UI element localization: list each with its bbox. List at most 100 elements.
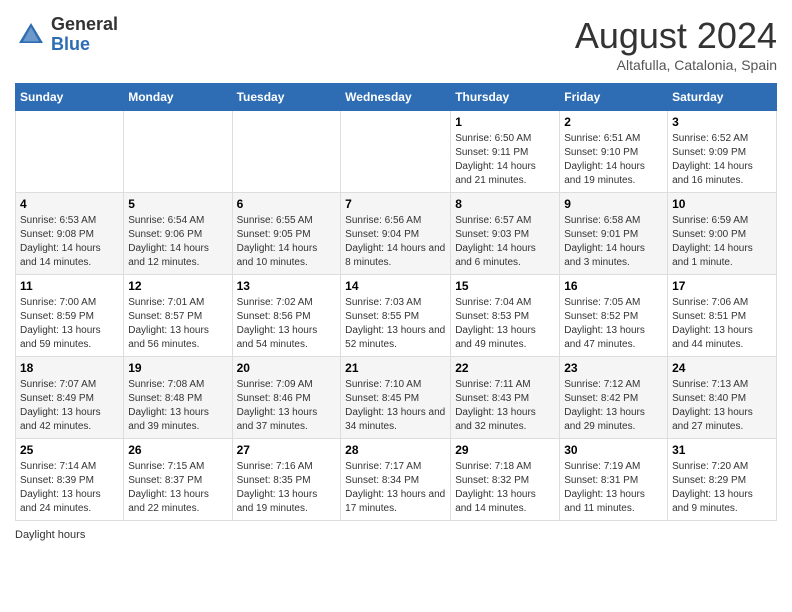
calendar-cell: 10 Sunrise: 6:59 AMSunset: 9:00 PMDayligh… bbox=[668, 193, 777, 275]
day-header-saturday: Saturday bbox=[668, 84, 777, 111]
logo-blue-text: Blue bbox=[51, 34, 90, 54]
day-header-friday: Friday bbox=[560, 84, 668, 111]
calendar-cell: 23Sunrise: 7:12 AMSunset: 8:42 PMDayligh… bbox=[560, 357, 668, 439]
calendar-cell: 1 Sunrise: 6:50 AMSunset: 9:11 PMDaylight… bbox=[451, 111, 560, 193]
calendar-cell bbox=[232, 111, 341, 193]
day-info: Sunrise: 7:00 AMSunset: 8:59 PMDaylight:… bbox=[20, 296, 119, 352]
calendar-cell: 3 Sunrise: 6:52 AMSunset: 9:09 PMDaylight… bbox=[668, 111, 777, 193]
calendar-cell: 11 Sunrise: 7:00 AMSunset: 8:59 PMDayligh… bbox=[16, 275, 124, 357]
day-number: 1 bbox=[455, 115, 555, 129]
calendar-cell: 19 Sunrise: 7:08 AMSunset: 8:48 PMDayligh… bbox=[124, 357, 232, 439]
day-number: 12 bbox=[128, 279, 227, 293]
calendar-cell bbox=[16, 111, 124, 193]
logo-text: General Blue bbox=[51, 15, 118, 55]
day-info: Sunrise: 7:02 AMSunset: 8:56 PMDaylight:… bbox=[237, 296, 337, 352]
day-number: 15 bbox=[455, 279, 555, 293]
calendar-table: SundayMondayTuesdayWednesdayThursdayFrid… bbox=[15, 83, 777, 521]
day-info: Sunrise: 7:09 AMSunset: 8:46 PMDaylight:… bbox=[237, 378, 337, 434]
page-header: General Blue August 2024 Altafulla, Cata… bbox=[15, 15, 777, 73]
calendar-cell bbox=[124, 111, 232, 193]
day-number: 26 bbox=[128, 443, 227, 457]
day-info: Sunrise: 7:01 AMSunset: 8:57 PMDaylight:… bbox=[128, 296, 227, 352]
day-number: 10 bbox=[672, 197, 772, 211]
day-number: 11 bbox=[20, 279, 119, 293]
day-info: Sunrise: 6:51 AMSunset: 9:10 PMDaylight:… bbox=[564, 132, 663, 188]
day-info: Sunrise: 6:53 AMSunset: 9:08 PMDaylight:… bbox=[20, 214, 119, 270]
calendar-week-5: 25 Sunrise: 7:14 AMSunset: 8:39 PMDayligh… bbox=[16, 439, 777, 521]
calendar-cell: 29 Sunrise: 7:18 AMSunset: 8:32 PMDayligh… bbox=[451, 439, 560, 521]
calendar-header-row: SundayMondayTuesdayWednesdayThursdayFrid… bbox=[16, 84, 777, 111]
day-number: 8 bbox=[455, 197, 555, 211]
day-number: 19 bbox=[128, 361, 227, 375]
day-header-thursday: Thursday bbox=[451, 84, 560, 111]
month-year-title: August 2024 bbox=[575, 15, 777, 57]
day-number: 18 bbox=[20, 361, 119, 375]
day-info: Sunrise: 7:05 AMSunset: 8:52 PMDaylight:… bbox=[564, 296, 663, 352]
day-info: Sunrise: 7:14 AMSunset: 8:39 PMDaylight:… bbox=[20, 460, 119, 516]
calendar-cell: 24 Sunrise: 7:13 AMSunset: 8:40 PMDayligh… bbox=[668, 357, 777, 439]
day-info: Sunrise: 7:11 AMSunset: 8:43 PMDaylight:… bbox=[455, 378, 555, 434]
day-header-sunday: Sunday bbox=[16, 84, 124, 111]
calendar-cell: 16 Sunrise: 7:05 AMSunset: 8:52 PMDayligh… bbox=[560, 275, 668, 357]
day-number: 4 bbox=[20, 197, 119, 211]
day-number: 7 bbox=[345, 197, 446, 211]
day-number: 14 bbox=[345, 279, 446, 293]
day-number: 16 bbox=[564, 279, 663, 293]
calendar-cell: 8 Sunrise: 6:57 AMSunset: 9:03 PMDaylight… bbox=[451, 193, 560, 275]
day-info: Sunrise: 7:15 AMSunset: 8:37 PMDaylight:… bbox=[128, 460, 227, 516]
calendar-cell: 22 Sunrise: 7:11 AMSunset: 8:43 PMDayligh… bbox=[451, 357, 560, 439]
calendar-cell: 6Sunrise: 6:55 AMSunset: 9:05 PMDaylight… bbox=[232, 193, 341, 275]
day-number: 17 bbox=[672, 279, 772, 293]
title-section: August 2024 Altafulla, Catalonia, Spain bbox=[575, 15, 777, 73]
day-info: Sunrise: 6:50 AMSunset: 9:11 PMDaylight:… bbox=[455, 132, 555, 188]
calendar-cell: 5 Sunrise: 6:54 AMSunset: 9:06 PMDaylight… bbox=[124, 193, 232, 275]
day-info: Sunrise: 7:19 AMSunset: 8:31 PMDaylight:… bbox=[564, 460, 663, 516]
day-info: Sunrise: 7:04 AMSunset: 8:53 PMDaylight:… bbox=[455, 296, 555, 352]
day-number: 25 bbox=[20, 443, 119, 457]
calendar-cell: 7 Sunrise: 6:56 AMSunset: 9:04 PMDaylight… bbox=[341, 193, 451, 275]
day-info: Sunrise: 7:08 AMSunset: 8:48 PMDaylight:… bbox=[128, 378, 227, 434]
day-number: 30 bbox=[564, 443, 663, 457]
calendar-cell: 9 Sunrise: 6:58 AMSunset: 9:01 PMDaylight… bbox=[560, 193, 668, 275]
day-number: 2 bbox=[564, 115, 663, 129]
day-number: 5 bbox=[128, 197, 227, 211]
calendar-week-2: 4 Sunrise: 6:53 AMSunset: 9:08 PMDaylight… bbox=[16, 193, 777, 275]
calendar-cell: 27Sunrise: 7:16 AMSunset: 8:35 PMDayligh… bbox=[232, 439, 341, 521]
calendar-cell bbox=[341, 111, 451, 193]
calendar-week-4: 18Sunrise: 7:07 AMSunset: 8:49 PMDayligh… bbox=[16, 357, 777, 439]
daylight-label: Daylight hours bbox=[15, 529, 85, 541]
calendar-cell: 25 Sunrise: 7:14 AMSunset: 8:39 PMDayligh… bbox=[16, 439, 124, 521]
day-info: Sunrise: 7:20 AMSunset: 8:29 PMDaylight:… bbox=[672, 460, 772, 516]
day-info: Sunrise: 6:59 AMSunset: 9:00 PMDaylight:… bbox=[672, 214, 772, 270]
day-info: Sunrise: 6:56 AMSunset: 9:04 PMDaylight:… bbox=[345, 214, 446, 270]
day-info: Sunrise: 7:16 AMSunset: 8:35 PMDaylight:… bbox=[237, 460, 337, 516]
day-number: 29 bbox=[455, 443, 555, 457]
day-number: 23 bbox=[564, 361, 663, 375]
day-number: 9 bbox=[564, 197, 663, 211]
footer-note: Daylight hours bbox=[15, 529, 777, 541]
day-info: Sunrise: 7:13 AMSunset: 8:40 PMDaylight:… bbox=[672, 378, 772, 434]
day-info: Sunrise: 7:06 AMSunset: 8:51 PMDaylight:… bbox=[672, 296, 772, 352]
day-info: Sunrise: 6:54 AMSunset: 9:06 PMDaylight:… bbox=[128, 214, 227, 270]
calendar-week-1: 1 Sunrise: 6:50 AMSunset: 9:11 PMDaylight… bbox=[16, 111, 777, 193]
calendar-cell: 4 Sunrise: 6:53 AMSunset: 9:08 PMDaylight… bbox=[16, 193, 124, 275]
day-number: 3 bbox=[672, 115, 772, 129]
calendar-cell: 18Sunrise: 7:07 AMSunset: 8:49 PMDayligh… bbox=[16, 357, 124, 439]
day-info: Sunrise: 7:17 AMSunset: 8:34 PMDaylight:… bbox=[345, 460, 446, 516]
day-info: Sunrise: 6:57 AMSunset: 9:03 PMDaylight:… bbox=[455, 214, 555, 270]
calendar-cell: 2 Sunrise: 6:51 AMSunset: 9:10 PMDaylight… bbox=[560, 111, 668, 193]
day-header-monday: Monday bbox=[124, 84, 232, 111]
calendar-week-3: 11 Sunrise: 7:00 AMSunset: 8:59 PMDayligh… bbox=[16, 275, 777, 357]
day-info: Sunrise: 6:52 AMSunset: 9:09 PMDaylight:… bbox=[672, 132, 772, 188]
day-info: Sunrise: 6:58 AMSunset: 9:01 PMDaylight:… bbox=[564, 214, 663, 270]
day-number: 22 bbox=[455, 361, 555, 375]
day-number: 24 bbox=[672, 361, 772, 375]
day-number: 31 bbox=[672, 443, 772, 457]
calendar-cell: 21Sunrise: 7:10 AMSunset: 8:45 PMDayligh… bbox=[341, 357, 451, 439]
logo-general-text: General bbox=[51, 14, 118, 34]
day-number: 13 bbox=[237, 279, 337, 293]
calendar-cell: 15 Sunrise: 7:04 AMSunset: 8:53 PMDayligh… bbox=[451, 275, 560, 357]
day-info: Sunrise: 7:18 AMSunset: 8:32 PMDaylight:… bbox=[455, 460, 555, 516]
calendar-cell: 12 Sunrise: 7:01 AMSunset: 8:57 PMDayligh… bbox=[124, 275, 232, 357]
logo-icon bbox=[15, 19, 47, 51]
